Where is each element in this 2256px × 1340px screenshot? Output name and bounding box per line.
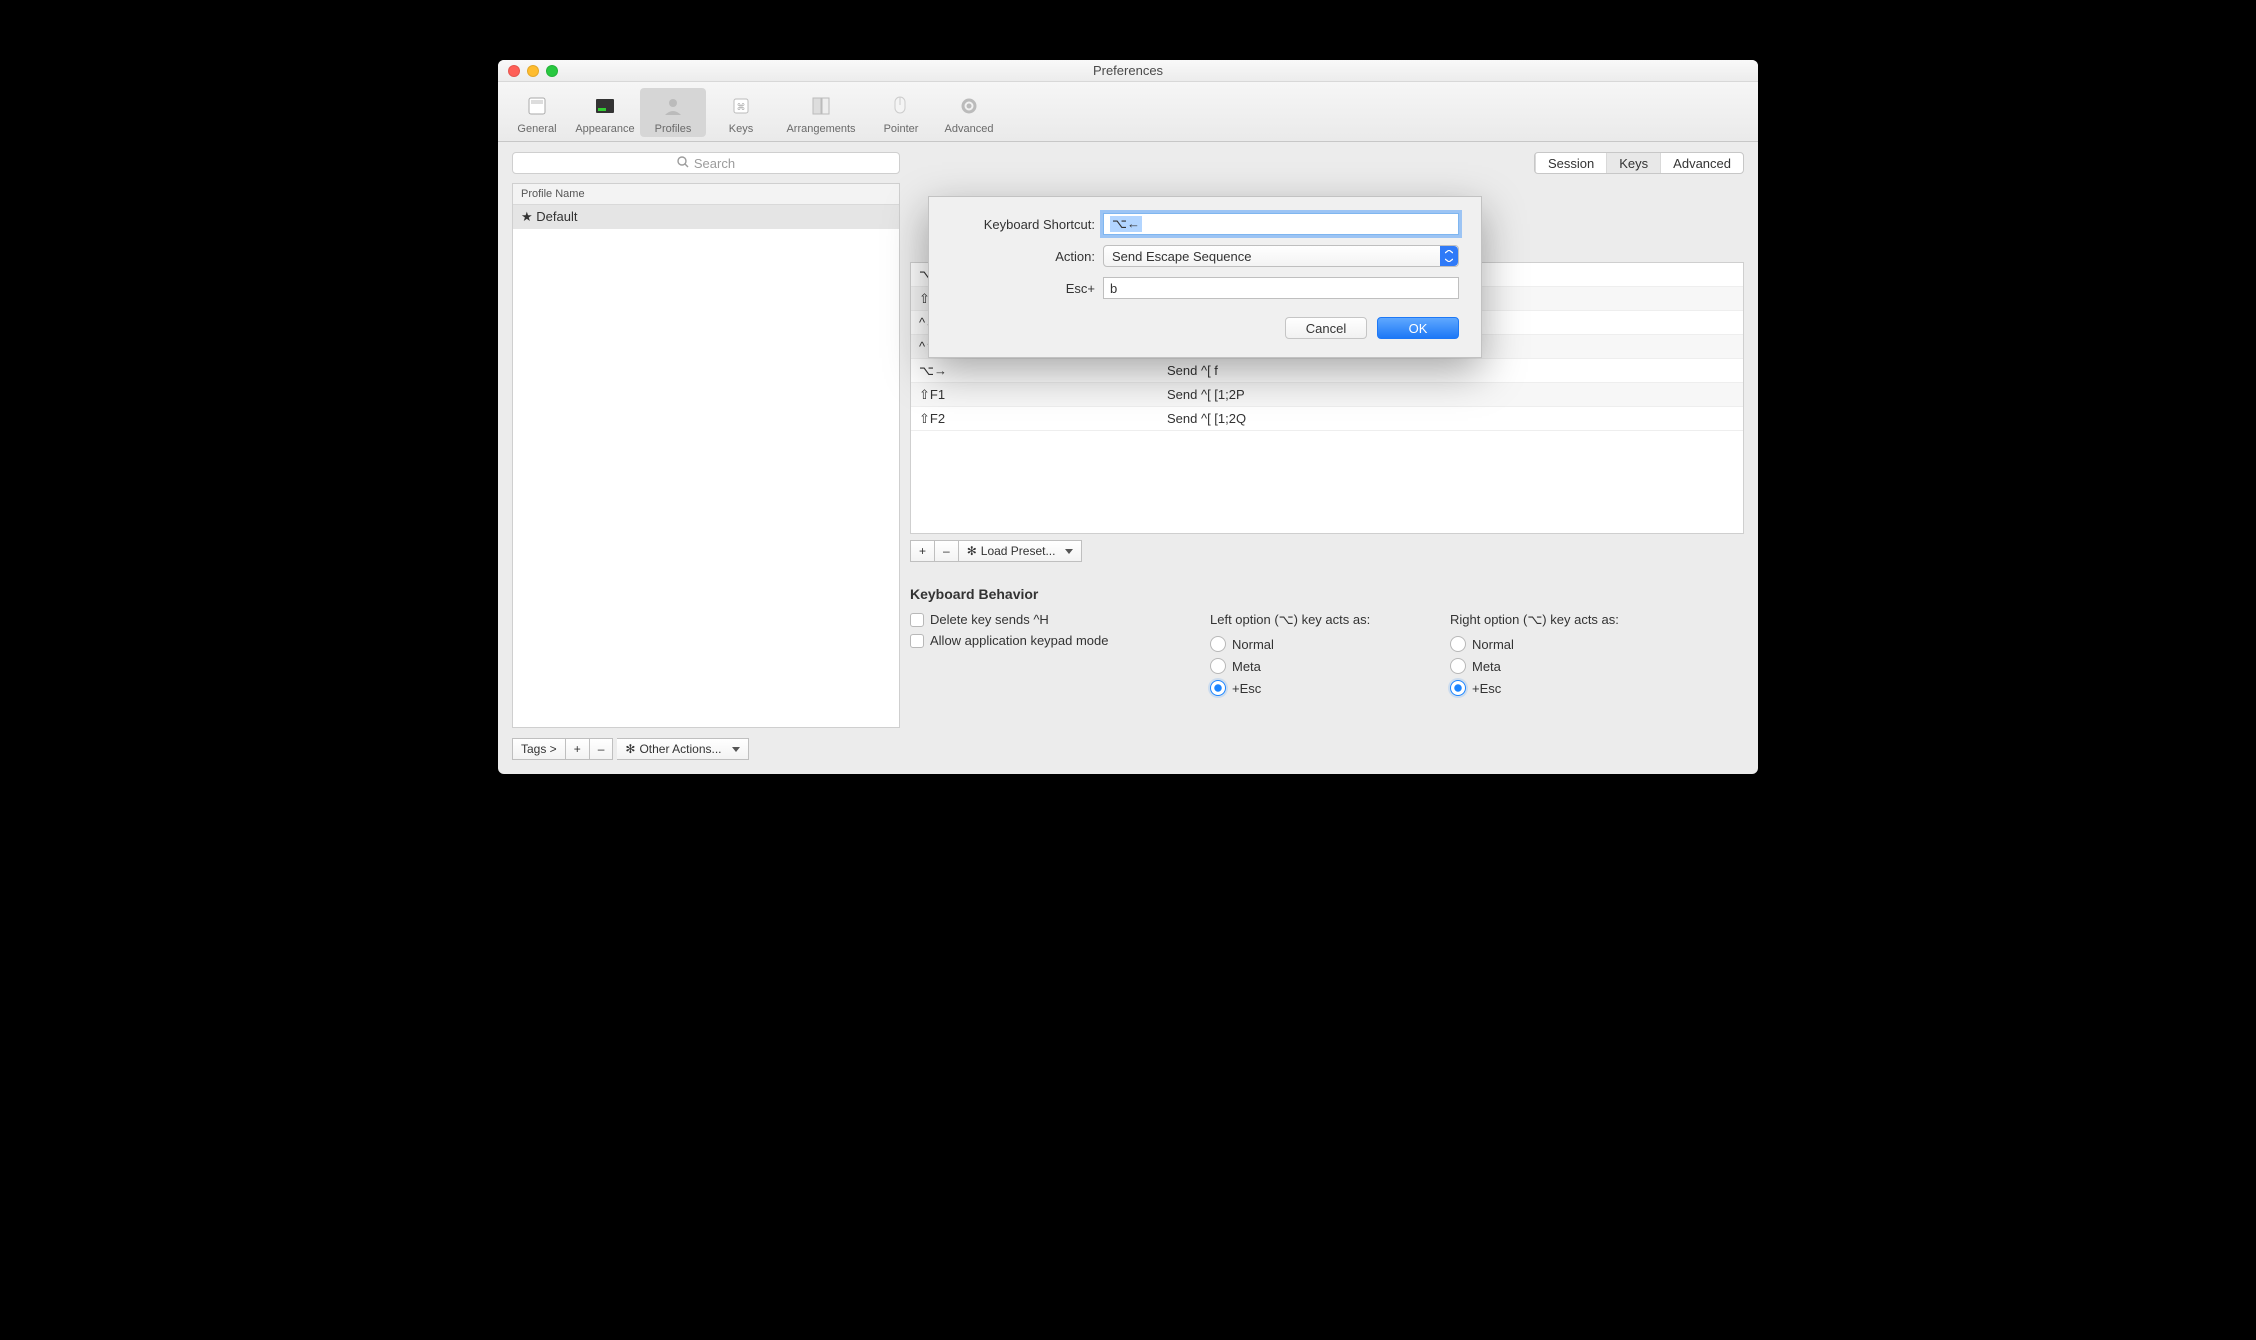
load-preset-label: Load Preset... — [981, 544, 1056, 558]
esc-label: Esc+ — [951, 281, 1095, 296]
esc-sequence-input[interactable]: b — [1103, 277, 1459, 299]
titlebar: Preferences — [498, 60, 1758, 82]
add-profile-button[interactable]: + — [566, 738, 590, 760]
checkbox[interactable] — [910, 634, 924, 648]
tab-keys[interactable]: Keys — [1606, 152, 1660, 174]
right-option-meta[interactable]: Meta — [1450, 658, 1619, 674]
tags-button[interactable]: Tags > — [512, 738, 566, 760]
toolbar-label: Arrangements — [786, 123, 855, 135]
toolbar-label: Appearance — [575, 123, 634, 135]
left-option-normal[interactable]: Normal — [1210, 636, 1430, 652]
minimize-icon[interactable] — [527, 65, 539, 77]
search-icon — [677, 156, 689, 171]
checkbox-label: Allow application keypad mode — [930, 633, 1109, 648]
profile-name: Default — [536, 209, 577, 224]
svg-text:⌘: ⌘ — [737, 102, 746, 112]
edit-key-mapping-dialog: Keyboard Shortcut: ⌥← Action: Send Escap… — [928, 196, 1482, 358]
traffic-lights — [508, 65, 558, 77]
allow-keypad-checkbox[interactable]: Allow application keypad mode — [910, 633, 1190, 648]
search-placeholder: Search — [694, 156, 735, 171]
gear-icon: ✻ — [967, 544, 977, 558]
checkbox[interactable] — [910, 613, 924, 627]
action-label: Action: — [951, 249, 1095, 264]
toolbar-profiles[interactable]: Profiles — [640, 88, 706, 137]
remove-mapping-button[interactable]: – — [935, 540, 959, 562]
left-option-label: Left option (⌥) key acts as: — [1210, 612, 1430, 628]
action-select[interactable]: Send Escape Sequence — [1103, 245, 1459, 267]
preferences-window: Preferences General Appearance Profiles … — [498, 60, 1758, 774]
profile-row-default[interactable]: ★ Default — [513, 205, 899, 229]
profiles-list: Profile Name ★ Default — [512, 183, 900, 728]
search-input[interactable]: Search — [512, 152, 900, 174]
right-option-esc[interactable]: +Esc — [1450, 680, 1619, 696]
shortcut-value: ⌥← — [1110, 216, 1142, 232]
esc-value: b — [1110, 281, 1117, 296]
cancel-button[interactable]: Cancel — [1285, 317, 1367, 339]
tab-bar: Session Keys Advanced — [910, 152, 1744, 182]
toolbar-arrangements[interactable]: Arrangements — [776, 88, 866, 137]
table-row: ⇧F2Send ^[ [1;2Q — [911, 407, 1743, 431]
gear-icon: ✻ — [625, 742, 635, 756]
other-actions-label: Other Actions... — [639, 742, 721, 756]
close-icon[interactable] — [508, 65, 520, 77]
shortcut-label: Keyboard Shortcut: — [951, 217, 1095, 232]
left-option-meta[interactable]: Meta — [1210, 658, 1430, 674]
toolbar-label: General — [517, 123, 556, 135]
other-actions-button[interactable]: ✻ Other Actions... — [617, 738, 748, 760]
arrangements-icon — [807, 92, 835, 120]
toolbar-label: Advanced — [945, 123, 994, 135]
action-value: Send Escape Sequence — [1112, 249, 1252, 264]
keys-icon: ⌘ — [727, 92, 755, 120]
left-panel: Search Profile Name ★ Default Tags > + –… — [512, 152, 900, 760]
window-title: Preferences — [1093, 63, 1163, 78]
toolbar-label: Keys — [729, 123, 753, 135]
appearance-icon — [591, 92, 619, 120]
chevron-down-icon — [1440, 246, 1458, 266]
ok-button[interactable]: OK — [1377, 317, 1459, 339]
profiles-icon — [659, 92, 687, 120]
toolbar-label: Pointer — [884, 123, 919, 135]
delete-sends-h-checkbox[interactable]: Delete key sends ^H — [910, 612, 1190, 627]
shortcut-input[interactable]: ⌥← — [1103, 213, 1459, 235]
profiles-header: Profile Name — [513, 184, 899, 205]
add-mapping-button[interactable]: + — [910, 540, 935, 562]
star-icon: ★ — [521, 209, 533, 224]
toolbar-label: Profiles — [655, 123, 692, 135]
load-preset-button[interactable]: ✻ Load Preset... — [959, 540, 1083, 562]
remove-profile-button[interactable]: – — [590, 738, 614, 760]
gear-icon — [955, 92, 983, 120]
table-row: ⇧F1Send ^[ [1;2P — [911, 383, 1743, 407]
tab-session[interactable]: Session — [1535, 152, 1606, 174]
profile-actions: Tags > + – ✻ Other Actions... — [512, 738, 900, 760]
right-option-normal[interactable]: Normal — [1450, 636, 1619, 652]
key-table-actions: + – ✻ Load Preset... — [910, 540, 1744, 562]
checkbox-label: Delete key sends ^H — [930, 612, 1049, 627]
toolbar-pointer[interactable]: Pointer — [868, 88, 934, 137]
toolbar-advanced[interactable]: Advanced — [936, 88, 1002, 137]
toolbar-general[interactable]: General — [504, 88, 570, 137]
toolbar-appearance[interactable]: Appearance — [572, 88, 638, 137]
toolbar: General Appearance Profiles ⌘ Keys Arran… — [498, 82, 1758, 142]
right-option-label: Right option (⌥) key acts as: — [1450, 612, 1619, 628]
table-row: ⌥→Send ^[ f — [911, 359, 1743, 383]
general-icon — [523, 92, 551, 120]
toolbar-keys[interactable]: ⌘ Keys — [708, 88, 774, 137]
tab-advanced[interactable]: Advanced — [1660, 152, 1743, 174]
keyboard-behavior-heading: Keyboard Behavior — [910, 586, 1744, 602]
zoom-icon[interactable] — [546, 65, 558, 77]
left-option-esc[interactable]: +Esc — [1210, 680, 1430, 696]
pointer-icon — [887, 92, 915, 120]
